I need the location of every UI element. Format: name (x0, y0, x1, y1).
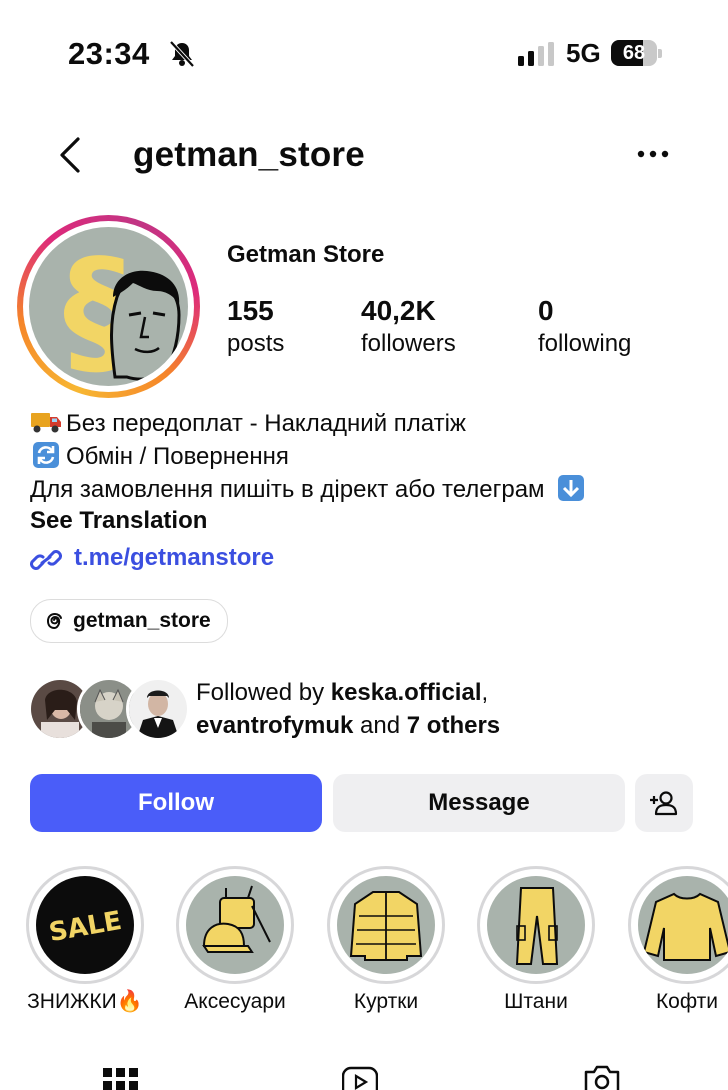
followers-count[interactable]: 40,2K (361, 295, 436, 327)
bell-muted-icon (169, 40, 195, 68)
highlight-label[interactable]: Кофти (607, 990, 728, 1014)
following-count[interactable]: 0 (538, 295, 554, 327)
mutual-user-1[interactable]: keska.official (331, 679, 482, 706)
add-person-icon (650, 791, 678, 816)
followed-by-text[interactable]: Followed by keska.official, evantrofymuk… (196, 676, 500, 742)
truck-icon (31, 413, 61, 433)
bio-text: Без передоплат - Накладний платіж (66, 410, 466, 437)
bio-line-3: Для замовлення пишіть в дірект або телег… (30, 473, 591, 506)
back-arrow-icon[interactable] (56, 135, 86, 175)
threads-badge[interactable]: getman_store (30, 599, 228, 643)
bio-link[interactable]: t.me/getmanstore (74, 544, 274, 572)
battery-level: 68 (622, 42, 646, 64)
battery-indicator: 68 (611, 40, 663, 66)
pants-icon (515, 887, 559, 965)
network-type: 5G (566, 38, 601, 68)
threads-icon (46, 612, 62, 630)
down-arrow-icon (558, 475, 585, 501)
avatar[interactable]: § (29, 227, 188, 386)
highlight-sale[interactable]: SALE (26, 866, 144, 984)
follower-avatar-3 (126, 677, 190, 741)
follow-button[interactable]: Follow (30, 774, 322, 832)
signal-icon (518, 42, 554, 66)
sale-cover: SALE (47, 906, 124, 948)
svg-text:SALE: SALE (47, 906, 124, 948)
message-button[interactable]: Message (333, 774, 625, 832)
separator: , (481, 679, 489, 706)
highlight-pants[interactable] (477, 866, 595, 984)
exchange-arrows-icon (33, 442, 59, 468)
suggested-users-button[interactable] (635, 774, 693, 832)
highlight-jackets[interactable] (327, 866, 445, 984)
highlight-accessories[interactable] (176, 866, 294, 984)
mutual-user-2[interactable]: evantrofymuk (196, 712, 353, 739)
highlight-label[interactable]: Куртки (306, 990, 466, 1014)
bio-text: Обмін / Повернення (66, 443, 289, 470)
bio-line-2: Обмін / Повернення (30, 440, 289, 473)
posts-label[interactable]: posts (227, 330, 284, 358)
see-translation-link[interactable]: See Translation (30, 507, 207, 535)
more-options-icon[interactable] (636, 146, 670, 162)
jacket-icon (349, 891, 423, 961)
bio-text: Для замовлення пишіть в дірект або телег… (30, 476, 545, 503)
page-title: getman_store (133, 135, 365, 174)
link-icon (30, 550, 62, 570)
profile-display-name: Getman Store (227, 241, 385, 268)
mutual-others[interactable]: 7 others (407, 712, 500, 739)
reels-tab-icon[interactable] (342, 1064, 378, 1090)
tagged-tab-icon[interactable] (584, 1064, 620, 1090)
highlight-sweaters[interactable] (628, 866, 728, 984)
highlight-label[interactable]: ЗНИЖКИ🔥 (5, 990, 165, 1014)
sweater-icon (642, 892, 728, 961)
and-text: and (353, 712, 407, 739)
following-label[interactable]: following (538, 330, 631, 358)
bag-cap-icon (202, 885, 271, 953)
followers-label[interactable]: followers (361, 330, 456, 358)
highlight-label[interactable]: Аксесуари (155, 990, 315, 1014)
status-time: 23:34 (68, 36, 150, 71)
threads-handle: getman_store (73, 609, 211, 632)
grid-tab-icon[interactable] (103, 1064, 139, 1090)
followed-by-prefix: Followed by (196, 679, 331, 706)
highlight-label[interactable]: Штани (456, 990, 616, 1014)
bio-line-1: Без передоплат - Накладний платіж (30, 407, 466, 440)
posts-count[interactable]: 155 (227, 295, 274, 327)
